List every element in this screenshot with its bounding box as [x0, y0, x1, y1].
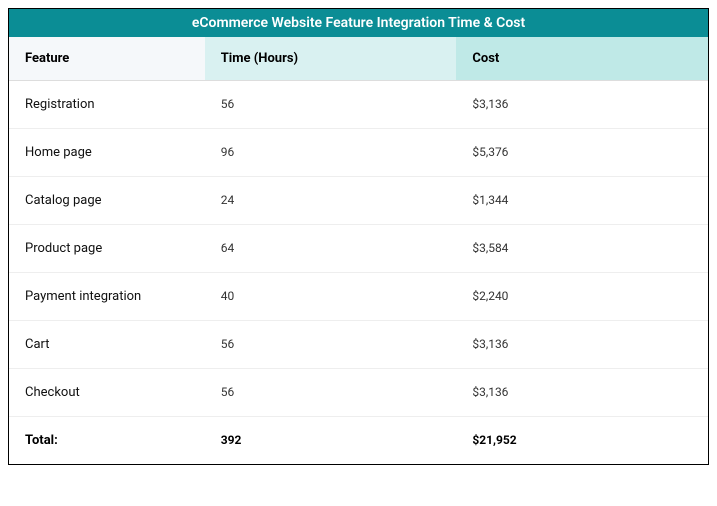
table-row: Catalog page 24 $1,344	[9, 177, 708, 225]
table-row: Registration 56 $3,136	[9, 81, 708, 129]
cell-feature: Registration	[9, 81, 205, 128]
header-row: Feature Time (Hours) Cost	[9, 37, 708, 81]
cell-feature: Catalog page	[9, 177, 205, 224]
cell-feature: Product page	[9, 225, 205, 272]
cell-cost: $3,584	[456, 225, 708, 272]
table-row: Cart 56 $3,136	[9, 321, 708, 369]
cell-time: 40	[205, 273, 457, 320]
total-time: 392	[205, 417, 457, 464]
header-cost: Cost	[456, 37, 708, 81]
cell-cost: $2,240	[456, 273, 708, 320]
table-title: eCommerce Website Feature Integration Ti…	[9, 9, 708, 37]
cell-feature: Cart	[9, 321, 205, 368]
cell-cost: $3,136	[456, 81, 708, 128]
cell-cost: $5,376	[456, 129, 708, 176]
total-cost: $21,952	[456, 417, 708, 464]
total-label: Total:	[9, 417, 205, 464]
cell-time: 56	[205, 81, 457, 128]
cell-time: 96	[205, 129, 457, 176]
cell-cost: $3,136	[456, 321, 708, 368]
cell-feature: Home page	[9, 129, 205, 176]
cell-cost: $3,136	[456, 369, 708, 416]
header-time: Time (Hours)	[205, 37, 457, 81]
table-row: Checkout 56 $3,136	[9, 369, 708, 417]
table-row: Home page 96 $5,376	[9, 129, 708, 177]
cell-feature: Payment integration	[9, 273, 205, 320]
cell-time: 24	[205, 177, 457, 224]
table-row: Payment integration 40 $2,240	[9, 273, 708, 321]
cell-time: 64	[205, 225, 457, 272]
header-feature: Feature	[9, 37, 205, 81]
total-row: Total: 392 $21,952	[9, 417, 708, 464]
feature-cost-table: eCommerce Website Feature Integration Ti…	[8, 8, 709, 465]
cell-cost: $1,344	[456, 177, 708, 224]
table-row: Product page 64 $3,584	[9, 225, 708, 273]
cell-feature: Checkout	[9, 369, 205, 416]
cell-time: 56	[205, 369, 457, 416]
cell-time: 56	[205, 321, 457, 368]
